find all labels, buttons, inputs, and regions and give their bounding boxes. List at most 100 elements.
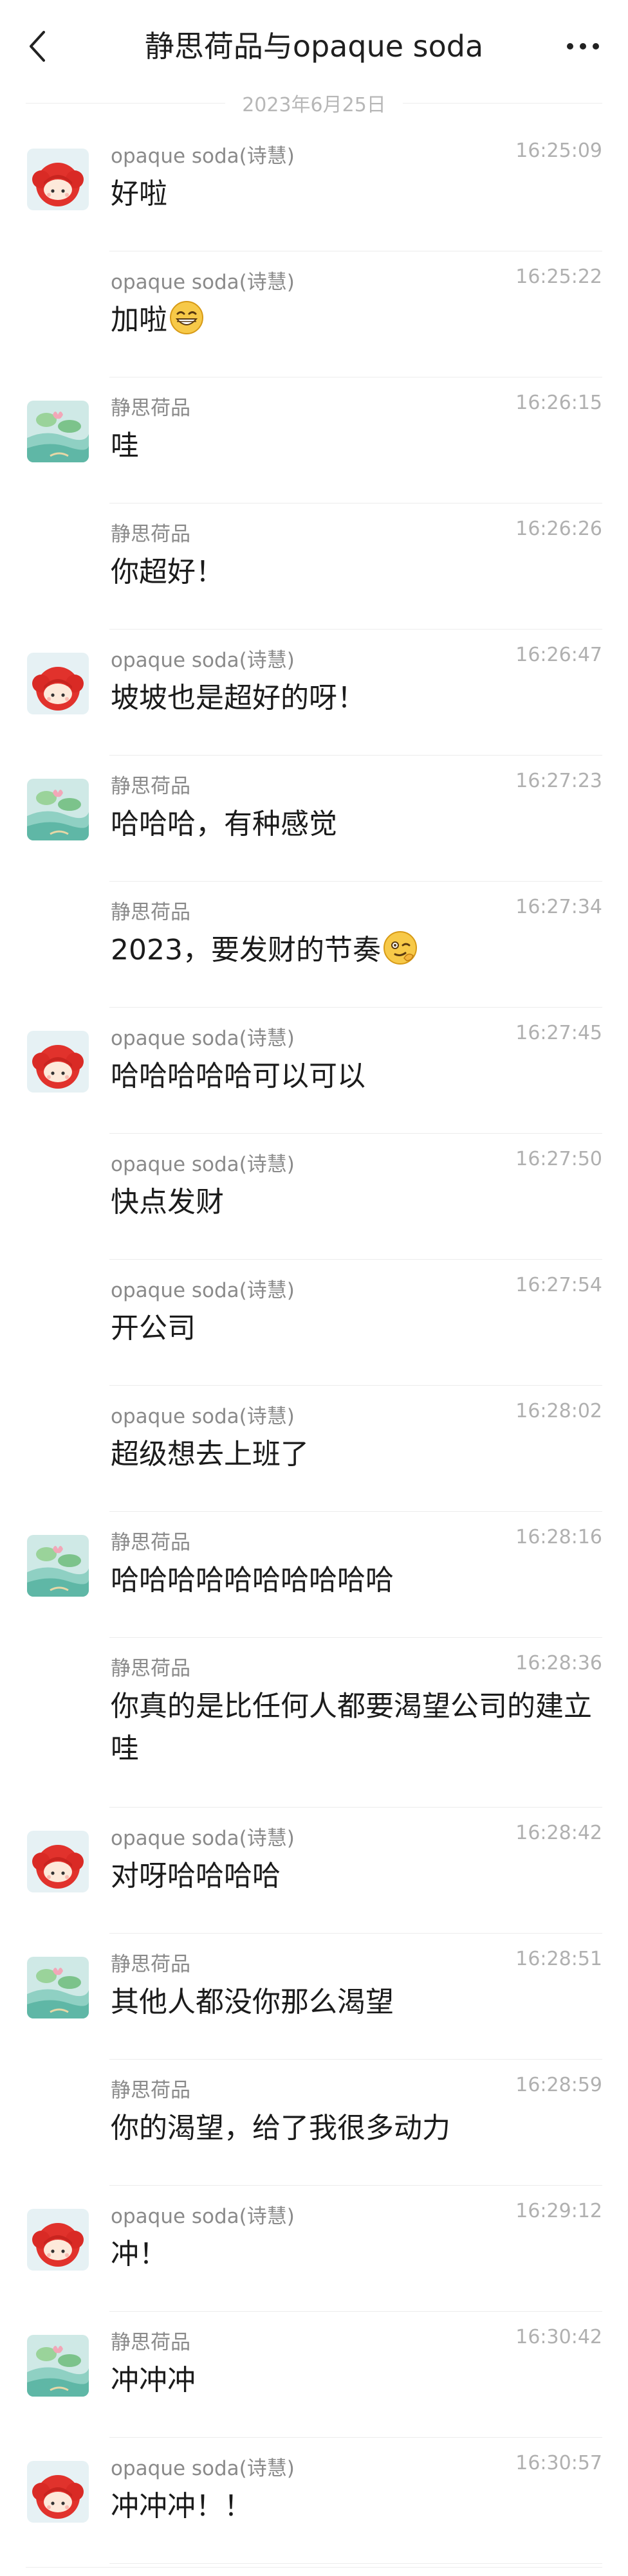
avatar[interactable] [27,1957,89,2018]
message-item[interactable]: 静思荷品 16:28:16 哈哈哈哈哈哈哈哈哈哈 [0,1512,628,1638]
message-item[interactable]: opaque soda(诗慧) 16:25:09 好啦 [0,125,628,251]
date-separator: 2023年6月25日 [26,87,603,118]
message-time: 16:29:12 [515,2200,602,2222]
message-text: 坡坡也是超好的呀！ [111,677,602,720]
message-text-content: 对呀哈哈哈哈 [111,1860,281,1892]
sender-name: 静思荷品 [111,901,190,924]
avatar[interactable] [27,2209,89,2271]
sender-name: 静思荷品 [111,2079,190,2102]
message-text-content: 超级想去上班了 [111,1438,309,1471]
message-time: 16:28:42 [515,1822,602,1844]
avatar[interactable] [27,401,89,462]
message-text: 哇 [111,425,602,467]
top-bar: 静思荷品与opaque soda [0,0,628,90]
message-time: 16:25:22 [515,266,602,288]
message-item[interactable]: 静思荷品 16:26:26 你超好！ [0,503,628,630]
message-time: 16:26:26 [515,518,602,540]
avatar[interactable] [27,779,89,840]
sender-name: 静思荷品 [111,397,190,420]
message-text: 加啦 [111,299,602,341]
message-text-content: 哈哈哈，有种感觉 [111,808,337,840]
sender-name: 静思荷品 [111,2331,190,2354]
message-time: 16:26:47 [515,644,602,666]
message-time: 16:28:02 [515,1400,602,1422]
chat-title: 静思荷品与opaque soda [144,29,484,64]
message-text-content: 你真的是比任何人都要渴望公司的建立哇 [111,1690,592,1765]
message-time: 16:28:59 [515,2074,602,2096]
sender-name: 静思荷品 [111,1657,190,1680]
message-text: 你超好！ [111,551,602,594]
sender-name: opaque soda(诗慧) [111,1153,295,1176]
message-text-content: 其他人都没你那么渴望 [111,1986,394,2018]
message-time: 16:25:09 [515,140,602,162]
message-text-content: 好啦 [111,177,167,210]
message-item[interactable]: opaque soda(诗慧) 16:26:47 坡坡也是超好的呀！ [0,630,628,756]
bottom-divider [26,2567,602,2568]
lotus-avatar-icon [27,1535,89,1597]
red-hair-avatar-icon [27,149,89,210]
message-text-content: 冲冲冲 [111,2364,196,2397]
lotus-avatar-icon [27,401,89,462]
back-arrow-icon [30,31,45,62]
message-item[interactable]: opaque soda(诗慧) 16:28:02 超级想去上班了 [0,1386,628,1512]
message-text-content: 冲冲冲！！ [111,2490,252,2523]
avatar[interactable] [27,2335,89,2397]
message-text-content: 2023，要发财的节奏 [111,934,381,966]
avatar[interactable] [27,1535,89,1597]
message-text: 快点发财 [111,1181,602,1224]
avatar[interactable] [27,653,89,714]
message-item[interactable]: 静思荷品 16:28:36 你真的是比任何人都要渴望公司的建立哇 [0,1638,628,1808]
message-item[interactable]: 静思荷品 16:30:42 冲冲冲 [0,2312,628,2438]
message-text: 哈哈哈哈哈可以可以 [111,1055,602,1098]
sender-name: opaque soda(诗慧) [111,1027,295,1050]
message-item[interactable]: 静思荷品 16:26:15 哇 [0,377,628,503]
message-item[interactable]: opaque soda(诗慧) 16:25:22 加啦 [0,251,628,377]
message-text: 你真的是比任何人都要渴望公司的建立哇 [111,1685,602,1770]
grin-emoji-icon [170,301,203,334]
message-time: 16:27:23 [515,770,602,792]
date-separator-text: 2023年6月25日 [242,94,386,116]
sender-name: opaque soda(诗慧) [111,649,295,672]
date-separator-line [26,102,226,104]
message-time: 16:30:57 [515,2452,602,2474]
message-list[interactable]: opaque soda(诗慧) 16:25:09 好啦 opaque soda(诗慧)… [0,125,628,2564]
message-text: 哈哈哈，有种感觉 [111,803,602,846]
avatar[interactable] [27,1031,89,1093]
message-item[interactable]: opaque soda(诗慧) 16:27:54 开公司 [0,1260,628,1386]
avatar[interactable] [27,149,89,210]
message-time: 16:28:36 [515,1652,602,1674]
red-hair-avatar-icon [27,2209,89,2271]
message-item[interactable]: opaque soda(诗慧) 16:27:50 快点发财 [0,1134,628,1260]
wink-emoji-icon [383,931,417,965]
message-text: 冲冲冲！！ [111,2485,602,2528]
message-item[interactable]: 静思荷品 16:28:51 其他人都没你那么渴望 [0,1934,628,2060]
message-text: 其他人都没你那么渴望 [111,1981,602,2024]
message-text: 冲冲冲 [111,2359,602,2402]
date-separator-line [402,102,603,104]
message-item[interactable]: opaque soda(诗慧) 16:27:45 哈哈哈哈哈可以可以 [0,1008,628,1134]
message-text-content: 加啦 [111,304,167,336]
message-item[interactable]: opaque soda(诗慧) 16:28:42 对呀哈哈哈哈 [0,1808,628,1934]
sender-name: opaque soda(诗慧) [111,1827,295,1850]
message-time: 16:28:16 [515,1526,602,1548]
sender-name: opaque soda(诗慧) [111,2205,295,2228]
sender-name: 静思荷品 [111,775,190,798]
message-divider [109,2563,602,2564]
message-item[interactable]: 静思荷品 16:28:59 你的渴望，给了我很多动力 [0,2060,628,2186]
more-dot [580,43,586,50]
message-item[interactable]: 静思荷品 16:27:23 哈哈哈，有种感觉 [0,756,628,882]
emoji [381,931,418,966]
message-item[interactable]: opaque soda(诗慧) 16:29:12 冲！ [0,2186,628,2312]
message-text: 超级想去上班了 [111,1433,602,1476]
avatar[interactable] [27,2461,89,2523]
avatar[interactable] [27,1831,89,1892]
back-button[interactable] [23,26,51,67]
more-options-button[interactable] [557,26,609,67]
message-text-content: 坡坡也是超好的呀！ [111,682,365,714]
message-time: 16:28:51 [515,1948,602,1970]
message-item[interactable]: opaque soda(诗慧) 16:30:57 冲冲冲！！ [0,2438,628,2564]
message-text: 哈哈哈哈哈哈哈哈哈哈 [111,1559,602,1602]
message-text-content: 你的渴望，给了我很多动力 [111,2112,450,2145]
message-item[interactable]: 静思荷品 16:27:34 2023，要发财的节奏 [0,882,628,1008]
more-dot [593,43,599,50]
